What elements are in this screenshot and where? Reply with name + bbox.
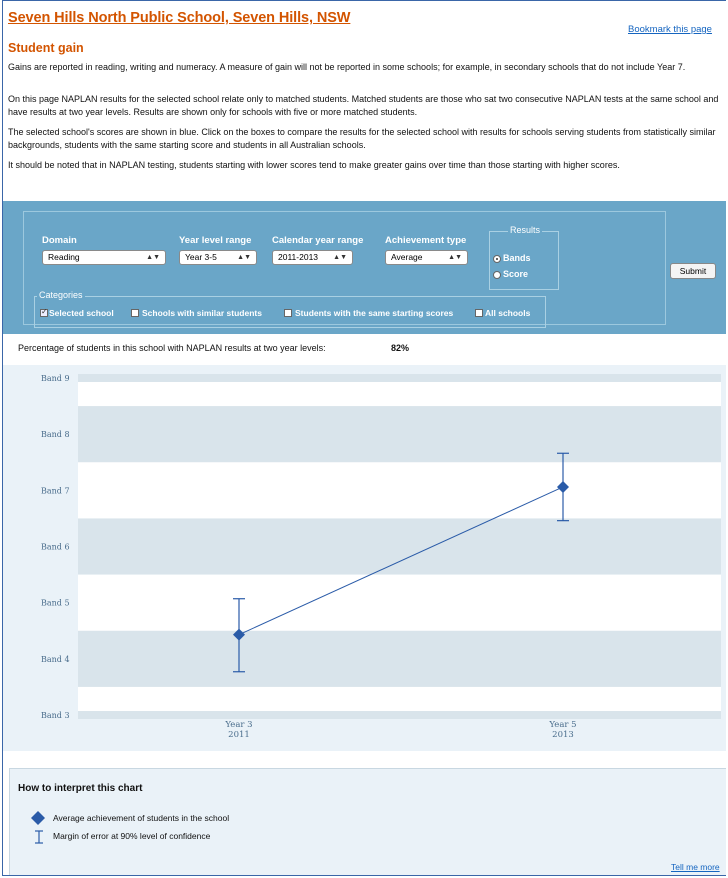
interpret-key-margin: Margin of error at 90% level of confiden… [53,831,211,841]
tell-me-more-link[interactable]: Tell me more [671,862,720,872]
bands-radio-label[interactable]: Bands [503,253,531,263]
intro-paragraph-2: On this page NAPLAN results for the sele… [8,94,719,117]
results-legend: Results [508,225,543,235]
calendar-year-select-value: 2011-2013 [278,252,319,262]
results-fieldset: Results Bands Score [489,225,559,290]
percentage-value: 82% [391,343,410,353]
band-shade [78,711,721,719]
year-level-select-value: Year 3-5 [185,252,217,262]
page-frame: Seven Hills North Public School, Seven H… [2,0,726,876]
x-tick-sublabel: 2013 [552,730,574,740]
band-shade [78,518,721,575]
error-bar-icon [35,830,43,844]
y-tick-label: Band 8 [41,430,70,439]
all-schools-label[interactable]: All schools [485,308,530,318]
similar-students-checkbox[interactable] [131,309,139,317]
student-gain-chart: Band 3 Band 4 Band 5 Band 6 Band 7 Band 8 Band… [41,374,721,740]
selected-school-checkbox[interactable] [40,307,48,317]
score-radio-label[interactable]: Score [503,269,528,279]
interpret-box: How to interpret this chart Average achi… [9,768,726,875]
x-tick-label: Year 3 [224,720,252,730]
domain-label: Domain [42,235,77,246]
select-arrows-icon: ▲▼ [448,254,462,261]
submit-button[interactable]: Submit [670,263,716,279]
section-title: Student gain [8,41,84,55]
percentage-label: Percentage of students in this school wi… [18,343,326,353]
select-arrows-icon: ▲▼ [237,254,251,261]
band-shade [78,374,721,382]
y-tick-label: Band 6 [41,543,70,552]
categories-legend: Categories [37,290,85,300]
achievement-type-select[interactable]: Average ▲▼ [385,250,468,265]
interpret-title: How to interpret this chart [18,783,143,794]
y-tick-label: Band 7 [41,486,70,495]
year-level-select[interactable]: Year 3-5 ▲▼ [179,250,257,265]
interpret-key-average: Average achievement of students in the s… [53,813,230,823]
filter-panel: Domain Reading ▲▼ Year level range Year … [3,201,726,334]
same-starting-scores-label[interactable]: Students with the same starting scores [295,308,453,318]
y-tick-label: Band 3 [41,711,70,720]
bookmark-link[interactable]: Bookmark this page [628,24,712,35]
domain-select[interactable]: Reading ▲▼ [42,250,166,265]
y-tick-label: Band 9 [41,374,70,383]
calendar-year-select[interactable]: 2011-2013 ▲▼ [272,250,353,265]
categories-fieldset: Categories Selected school Schools with … [34,290,546,328]
intro-paragraph-4: It should be noted that in NAPLAN testin… [8,160,620,170]
percentage-row: Percentage of students in this school wi… [3,334,726,366]
all-schools-checkbox[interactable] [475,309,483,317]
intro-paragraph-1: Gains are reported in reading, writing a… [8,62,686,72]
achievement-type-select-value: Average [391,252,423,262]
select-arrows-icon: ▲▼ [146,254,160,261]
filter-box: Domain Reading ▲▼ Year level range Year … [23,211,666,328]
y-tick-label: Band 5 [41,599,70,608]
achievement-type-label: Achievement type [385,235,467,246]
calendar-year-label: Calendar year range [272,235,364,246]
year-level-label: Year level range [179,235,252,246]
band-shade [78,406,721,463]
school-title[interactable]: Seven Hills North Public School, Seven H… [8,10,350,26]
bands-radio[interactable] [493,255,501,263]
select-arrows-icon: ▲▼ [333,254,347,261]
selected-school-label[interactable]: Selected school [49,308,114,318]
score-radio[interactable] [493,271,501,279]
x-tick-sublabel: 2011 [228,730,250,740]
diamond-icon [31,811,45,825]
similar-students-label[interactable]: Schools with similar students [142,308,262,318]
x-tick-label: Year 5 [548,720,576,730]
y-tick-label: Band 4 [41,655,70,664]
domain-select-value: Reading [48,252,80,262]
band-shade [78,630,721,687]
chart-area: Band 3 Band 4 Band 5 Band 6 Band 7 Band 8 Band… [3,365,726,751]
intro-paragraph-3: The selected school's scores are shown i… [8,127,716,150]
same-starting-scores-checkbox[interactable] [284,309,292,317]
